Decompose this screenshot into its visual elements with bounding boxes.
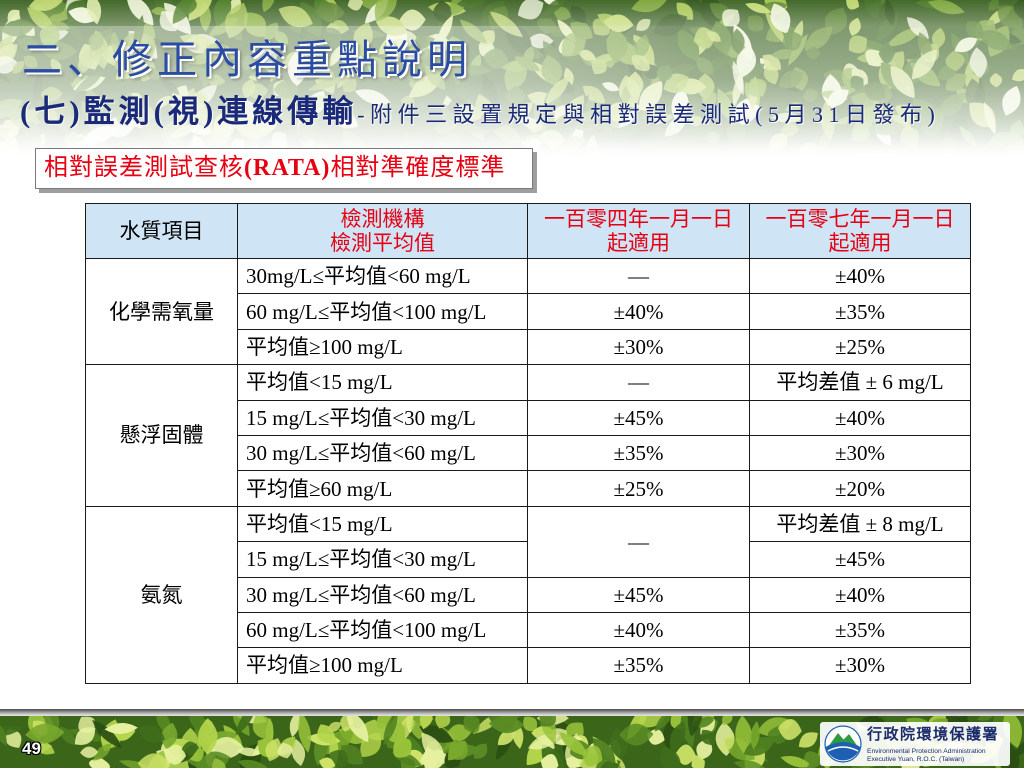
header-col104: 一百零四年一月一日 起適用: [527, 203, 750, 259]
header-col104-line2: 起適用: [607, 231, 670, 255]
agency-logo: 行政院環境保護署 Environmental Protection Admini…: [820, 722, 1010, 766]
agency-name-zh: 行政院環境保護署: [867, 727, 1000, 743]
agency-name-en-sub: Executive Yuan, R.O.C. (Taiwan): [867, 756, 965, 763]
header-method-line1: 檢測機構: [340, 207, 425, 231]
header-item: 水質項目: [85, 203, 238, 259]
value-104-cell: ±45%: [527, 576, 750, 613]
value-107-cell: ±45%: [749, 541, 971, 578]
value-104-cell: ±30%: [527, 328, 750, 366]
section-label-box: 相對誤差測試查核(RATA)相對準確度標準: [35, 148, 533, 189]
slide-subtitle: (七)監測(視)連線傳輸-附件三設置規定與相對誤差測試(5月31日發布): [20, 92, 940, 138]
range-cell: 平均值<15 mg/L: [237, 505, 528, 543]
value-107-cell: ±40%: [749, 576, 971, 613]
value-104-cell: —: [527, 505, 750, 578]
page-number: 49: [22, 739, 41, 758]
section-label-part1: 相對誤差測試查核: [44, 155, 244, 181]
range-cell: 60 mg/L≤平均值<100 mg/L: [237, 611, 528, 649]
rata-standards-table: 水質項目 檢測機構 檢測平均值 一百零四年一月一日 起適用 一百零七年一月一日 …: [85, 203, 971, 684]
value-107-cell: ±25%: [749, 328, 971, 366]
value-104-cell: —: [527, 364, 750, 401]
group-name-cell: 氨氮: [85, 505, 238, 684]
value-104-cell: ±35%: [527, 647, 750, 684]
range-cell: 15 mg/L≤平均值<30 mg/L: [237, 399, 528, 436]
slide: 二、修正內容重點說明 (七)監測(視)連線傳輸-附件三設置規定與相對誤差測試(5…: [0, 0, 1024, 768]
value-104-cell: ±25%: [527, 470, 750, 507]
value-104-cell: ±40%: [527, 611, 750, 649]
range-cell: 平均值≥100 mg/L: [237, 328, 528, 366]
value-107-cell: ±30%: [749, 647, 971, 684]
group-name-cell: 懸浮固體: [85, 364, 238, 507]
header-method-line2: 檢測平均值: [330, 231, 435, 255]
value-107-cell: 平均差值 ± 8 mg/L: [749, 505, 971, 543]
range-cell: 平均值≥100 mg/L: [237, 647, 528, 684]
header-col107-line1: 一百零七年一月一日: [765, 207, 955, 231]
footer-divider: [0, 709, 1024, 716]
range-cell: 15 mg/L≤平均值<30 mg/L: [237, 541, 528, 578]
agency-name-en: Environmental Protection Administration: [867, 748, 986, 755]
table-header-row: 水質項目 檢測機構 檢測平均值 一百零四年一月一日 起適用 一百零七年一月一日 …: [85, 203, 971, 259]
group-name-cell: 化學需氧量: [85, 257, 238, 366]
table-row: 化學需氧量 30mg/L≤平均值<60 mg/L — ±40%: [85, 257, 971, 366]
range-cell: 30 mg/L≤平均值<60 mg/L: [237, 434, 528, 472]
range-cell: 30 mg/L≤平均值<60 mg/L: [237, 576, 528, 613]
range-cell: 60 mg/L≤平均值<100 mg/L: [237, 293, 528, 330]
value-107-cell: ±20%: [749, 470, 971, 507]
value-107-cell: ±35%: [749, 293, 971, 330]
epa-logo-icon: [824, 725, 862, 763]
header-col107-line2: 起適用: [828, 231, 892, 255]
value-104-cell: ±45%: [527, 399, 750, 436]
value-107-cell: 平均差值 ± 6 mg/L: [749, 364, 971, 401]
header-method: 檢測機構 檢測平均值: [237, 203, 528, 259]
value-104-cell: ±40%: [527, 293, 750, 330]
range-cell: 平均值<15 mg/L: [237, 364, 528, 401]
slide-title: 二、修正內容重點說明: [22, 37, 472, 82]
value-104-cell: ±35%: [527, 434, 750, 472]
value-107-cell: ±35%: [749, 611, 971, 649]
subtitle-detail: -附件三設置規定與相對誤差測試(5月31日發布): [357, 102, 941, 127]
table-row: 懸浮固體 平均值<15 mg/L — 平均差值 ± 6 mg/L: [85, 364, 971, 507]
value-104-cell: —: [527, 257, 750, 295]
section-label-part3: 相對準確度標準: [330, 155, 506, 181]
value-107-cell: ±30%: [749, 434, 971, 472]
value-107-cell: ±40%: [749, 399, 971, 436]
range-cell: 30mg/L≤平均值<60 mg/L: [237, 257, 528, 295]
table-row: 氨氮 平均值<15 mg/L — 平均差值 ± 8 mg/L: [85, 505, 971, 684]
header-col104-line1: 一百零四年一月一日: [544, 207, 733, 231]
value-107-cell: ±40%: [749, 257, 971, 295]
subtitle-main: (七)監測(視)連線傳輸: [20, 94, 358, 129]
header-col107: 一百零七年一月一日 起適用: [749, 203, 971, 259]
section-label-part2: (RATA): [244, 155, 331, 181]
range-cell: 平均值≥60 mg/L: [237, 470, 528, 507]
